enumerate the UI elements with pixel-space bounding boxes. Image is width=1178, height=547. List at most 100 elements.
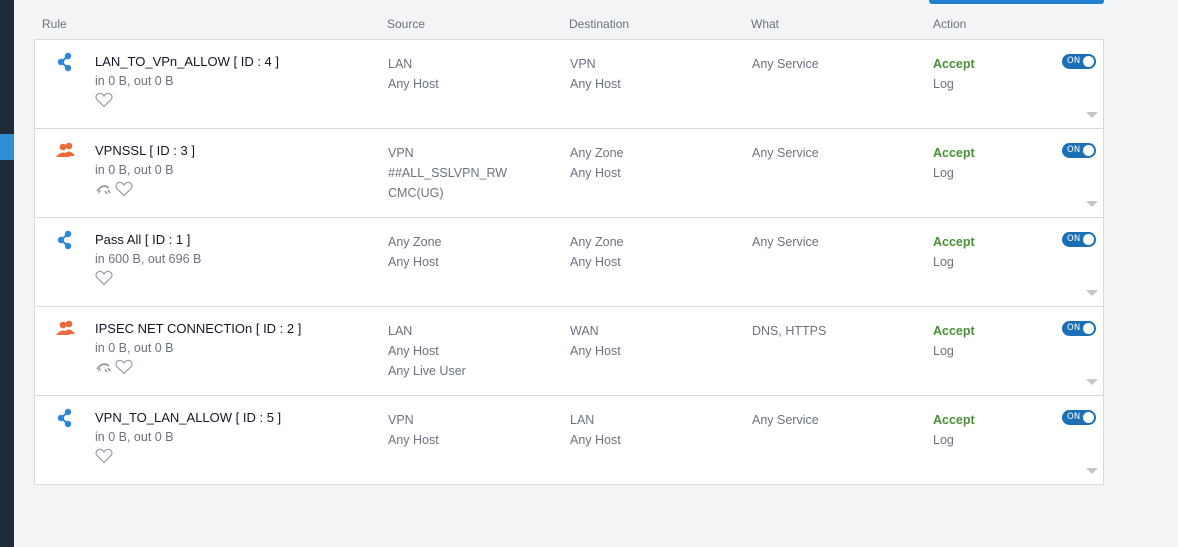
toggle-state-label: ON [1067, 56, 1081, 66]
table-header: Rule Source Destination What Action [34, 17, 1104, 35]
header-source: Source [387, 17, 426, 31]
favorite-heart-icon[interactable] [115, 359, 133, 380]
add-rule-button[interactable] [929, 0, 1104, 4]
left-sidebar [0, 0, 14, 547]
favorite-heart-icon[interactable] [95, 448, 113, 469]
source-value: CMC(UG) [388, 186, 444, 200]
toggle-state-label: ON [1067, 323, 1081, 333]
source-value: Any Host [388, 433, 439, 447]
network-share-icon [55, 230, 77, 250]
service-value: Any Service [752, 413, 819, 427]
expand-caret-icon[interactable] [1085, 462, 1099, 474]
action-accept: Accept [933, 235, 975, 249]
source-value: VPN [388, 413, 414, 427]
rule-name[interactable]: VPNSSL [ ID : 3 ] [95, 143, 195, 158]
source-cell: LAN Any Host Any Live User [388, 321, 466, 381]
identity-link-icon [95, 360, 113, 379]
rule-enable-toggle[interactable]: ON [1062, 54, 1096, 69]
rule-flag-icons [95, 270, 113, 291]
rule-enable-toggle[interactable]: ON [1062, 321, 1096, 336]
toggle-state-label: ON [1067, 412, 1081, 422]
source-value: Any Host [388, 344, 439, 358]
action-accept: Accept [933, 57, 975, 71]
rule-name[interactable]: IPSEC NET CONNECTIOn [ ID : 2 ] [95, 321, 301, 336]
action-accept: Accept [933, 413, 975, 427]
toggle-knob [1083, 56, 1094, 67]
what-cell: Any Service [752, 143, 819, 163]
rule-name[interactable]: LAN_TO_VPn_ALLOW [ ID : 4 ] [95, 54, 279, 69]
rule-name[interactable]: Pass All [ ID : 1 ] [95, 232, 190, 247]
action-log: Log [933, 77, 954, 91]
source-value: Any Host [388, 77, 439, 91]
source-value: Any Live User [388, 364, 466, 378]
favorite-heart-icon[interactable] [95, 92, 113, 113]
destination-cell: Any Zone Any Host [570, 232, 624, 272]
rule-name[interactable]: VPN_TO_LAN_ALLOW [ ID : 5 ] [95, 410, 281, 425]
sidebar-active-marker[interactable] [0, 134, 14, 160]
expand-caret-icon[interactable] [1085, 373, 1099, 385]
action-cell: Accept Log [933, 232, 975, 272]
source-cell: LAN Any Host [388, 54, 439, 94]
destination-value: Any Host [570, 255, 621, 269]
network-share-icon [55, 52, 77, 72]
destination-cell: WAN Any Host [570, 321, 621, 361]
destination-cell: LAN Any Host [570, 410, 621, 450]
source-value: Any Host [388, 255, 439, 269]
expand-caret-icon[interactable] [1085, 284, 1099, 296]
toggle-state-label: ON [1067, 145, 1081, 155]
rule-row[interactable]: IPSEC NET CONNECTIOn [ ID : 2 ] in 0 B, o… [35, 307, 1103, 396]
destination-value: Any Zone [570, 235, 624, 249]
destination-value: Any Host [570, 77, 621, 91]
rule-enable-toggle[interactable]: ON [1062, 232, 1096, 247]
user-group-icon [55, 141, 77, 161]
service-value: Any Service [752, 146, 819, 160]
action-accept: Accept [933, 324, 975, 338]
favorite-heart-icon[interactable] [115, 181, 133, 202]
source-value: Any Zone [388, 235, 442, 249]
rule-flag-icons [95, 92, 113, 113]
action-log: Log [933, 166, 954, 180]
rule-flag-icons [95, 448, 113, 469]
source-value: LAN [388, 324, 413, 338]
rule-traffic: in 0 B, out 0 B [95, 430, 174, 444]
rule-row[interactable]: VPN_TO_LAN_ALLOW [ ID : 5 ] in 0 B, out 0… [35, 396, 1103, 484]
rule-row[interactable]: Pass All [ ID : 1 ] in 600 B, out 696 B An… [35, 218, 1103, 307]
action-log: Log [933, 255, 954, 269]
rule-traffic: in 600 B, out 696 B [95, 252, 202, 266]
what-cell: Any Service [752, 232, 819, 252]
rule-enable-toggle[interactable]: ON [1062, 143, 1096, 158]
action-cell: Accept Log [933, 410, 975, 450]
source-value: ##ALL_SSLVPN_RW [388, 166, 508, 180]
action-cell: Accept Log [933, 54, 975, 94]
destination-cell: VPN Any Host [570, 54, 621, 94]
action-cell: Accept Log [933, 143, 975, 183]
destination-value: LAN [570, 413, 595, 427]
service-value: DNS, HTTPS [752, 324, 827, 338]
what-cell: DNS, HTTPS [752, 321, 826, 341]
source-cell: VPN Any Host [388, 410, 439, 450]
user-group-icon [55, 319, 77, 339]
favorite-heart-icon[interactable] [95, 270, 113, 291]
firewall-rules-panel: Rule Source Destination What Action LAN_… [14, 0, 1178, 547]
rule-row[interactable]: LAN_TO_VPn_ALLOW [ ID : 4 ] in 0 B, out 0… [35, 40, 1103, 129]
header-action: Action [933, 17, 967, 31]
source-value: VPN [388, 146, 414, 160]
action-log: Log [933, 344, 954, 358]
destination-value: Any Host [570, 166, 621, 180]
source-value: LAN [388, 57, 413, 71]
destination-value: Any Zone [570, 146, 624, 160]
header-rule: Rule [42, 17, 67, 31]
expand-caret-icon[interactable] [1085, 195, 1099, 207]
rule-row[interactable]: VPNSSL [ ID : 3 ] in 0 B, out 0 B VPN ##ALL… [35, 129, 1103, 218]
toggle-knob [1083, 234, 1094, 245]
rule-enable-toggle[interactable]: ON [1062, 410, 1096, 425]
destination-value: WAN [570, 324, 599, 338]
toggle-knob [1083, 412, 1094, 423]
expand-caret-icon[interactable] [1085, 106, 1099, 118]
network-share-icon [55, 408, 77, 428]
rule-traffic: in 0 B, out 0 B [95, 74, 174, 88]
rule-flag-icons [95, 359, 133, 380]
what-cell: Any Service [752, 54, 819, 74]
destination-cell: Any Zone Any Host [570, 143, 624, 183]
what-cell: Any Service [752, 410, 819, 430]
